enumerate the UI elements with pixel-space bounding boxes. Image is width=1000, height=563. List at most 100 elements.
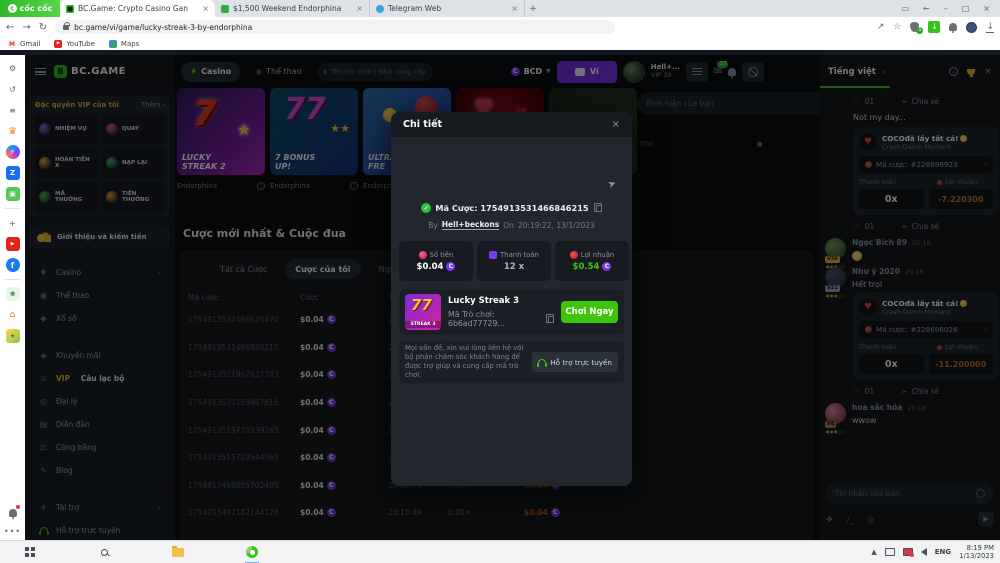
- file-explorer-icon[interactable]: [170, 544, 186, 560]
- bet-stat-1: Thanh toán 12 x: [477, 241, 551, 281]
- copy-icon[interactable]: [596, 205, 602, 212]
- tab-favicon: [221, 5, 229, 13]
- game-thumbnail[interactable]: 77 STREAK 3: [405, 294, 441, 330]
- vip-crown-icon[interactable]: ♛: [6, 124, 20, 138]
- bookmark-item[interactable]: ▶ YouTube: [54, 40, 94, 48]
- bet-stat-2: Lợi nhuận $0.54C: [555, 241, 629, 281]
- coccoc-logo-icon: c: [8, 4, 17, 13]
- game-code: Mã Trò chơi: 6b6ad77729...: [448, 310, 554, 328]
- bet-stat-label: Số tiền: [419, 251, 454, 259]
- recorder-tray-icon[interactable]: [903, 548, 913, 556]
- stat-icon: [419, 251, 427, 259]
- youtube-icon[interactable]: ▶: [6, 237, 20, 251]
- speaker-icon[interactable]: [921, 548, 927, 556]
- browser-tab[interactable]: $1,500 Weekend Endorphina ×: [215, 0, 370, 17]
- shop-icon[interactable]: ❀: [6, 287, 20, 301]
- rail-divider: [5, 208, 21, 209]
- back-to-app-icon[interactable]: ←: [923, 4, 930, 13]
- copy-icon[interactable]: [548, 316, 554, 323]
- bcd-coin-icon: C: [446, 262, 455, 271]
- taskbar-search-icon[interactable]: [96, 544, 112, 560]
- language-indicator[interactable]: ENG: [935, 548, 951, 556]
- forward-icon[interactable]: →: [22, 22, 30, 33]
- tab-strip: c cốc cốc BC.Game: Crypto Casino Gan×$1,…: [0, 0, 1000, 17]
- start-button[interactable]: [22, 544, 38, 560]
- promo-tile-icon[interactable]: ✦: [6, 329, 20, 343]
- browser-tab[interactable]: Telegram Web×: [370, 0, 525, 17]
- bet-author-row: By Hell+beckons On 20:19:22, 13/1/2023: [391, 220, 632, 230]
- bet-stat-value: $0.54C: [573, 262, 612, 272]
- bookmark-item[interactable]: MGmail: [8, 40, 40, 48]
- bookmark-label: Maps: [121, 40, 139, 48]
- tab-favicon: [66, 5, 74, 13]
- bookmark-favicon: ▶: [54, 40, 62, 48]
- stat-icon: [489, 251, 497, 259]
- bookmark-favicon: [109, 40, 117, 48]
- adblock-shield-icon[interactable]: 1: [910, 22, 919, 32]
- bookmark-item[interactable]: Maps: [109, 40, 139, 48]
- games-icon[interactable]: ▣: [6, 187, 20, 201]
- live-support-button[interactable]: Hỗ trợ trực tuyến: [532, 352, 618, 372]
- tab-favicon: [376, 5, 384, 13]
- cart-icon[interactable]: ⌂: [6, 308, 20, 322]
- brand-label: cốc cốc: [20, 4, 53, 13]
- history-icon[interactable]: ↺: [6, 82, 20, 96]
- bookmark-label: Gmail: [20, 40, 40, 48]
- screen: c cốc cốc BC.Game: Crypto Casino Gan×$1,…: [0, 0, 1000, 563]
- cast-icon[interactable]: ▭: [901, 4, 909, 13]
- new-tab-button[interactable]: +: [525, 0, 541, 17]
- settings-gear-icon[interactable]: ⚙: [6, 61, 20, 75]
- tab-close-icon[interactable]: ×: [202, 4, 209, 13]
- modal-share-icon[interactable]: ➤: [606, 178, 618, 191]
- add-shortcut-icon[interactable]: +: [6, 216, 20, 230]
- notification-bell-icon[interactable]: [949, 23, 957, 31]
- play-now-button[interactable]: Chơi Ngay: [561, 301, 618, 323]
- facebook-icon[interactable]: f: [6, 258, 20, 272]
- thumb-label: STREAK 3: [405, 321, 441, 328]
- close-button[interactable]: ×: [983, 4, 990, 13]
- rail-divider: [5, 279, 21, 280]
- coccoc-taskbar-icon[interactable]: [244, 544, 260, 560]
- bet-stat-label: Thanh toán: [489, 251, 539, 259]
- adblock-badge: 1: [916, 27, 923, 34]
- address-bar[interactable]: bc.game/vi/game/lucky-streak-3-by-endorp…: [55, 20, 615, 34]
- bookmark-star-icon[interactable]: ☆: [893, 22, 901, 32]
- share-icon[interactable]: ↗: [877, 22, 885, 32]
- bet-details-modal: Chi tiết × ➤ ✓ Mã Cược: 1754913531466846…: [391, 112, 632, 486]
- tab-close-icon[interactable]: ×: [356, 4, 363, 13]
- bet-stat-value: 12 x: [504, 262, 524, 272]
- newsfeed-icon[interactable]: ≡: [6, 103, 20, 117]
- tray-chevron-icon[interactable]: ▲: [871, 548, 876, 556]
- browser-tab[interactable]: BC.Game: Crypto Casino Gan×: [60, 0, 215, 17]
- url-text: bc.game/vi/game/lucky-streak-3-by-endorp…: [74, 23, 252, 32]
- bookmark-label: YouTube: [66, 40, 94, 48]
- browser-profile-avatar[interactable]: [966, 22, 977, 33]
- taskbar-clock[interactable]: 8:19 PM 1/13/2023: [959, 544, 994, 561]
- tab-title: $1,500 Weekend Endorphina: [233, 4, 352, 13]
- bet-stat-value: $0.04C: [417, 262, 456, 272]
- modal-close-icon[interactable]: ×: [612, 119, 620, 130]
- download-extension-icon[interactable]: ↓: [928, 21, 940, 33]
- bcgame-page: ⚙ ↺ ≡ ♛ ⚡ Z ▣ + ▶ f ❀ ⌂ ✦ ••• B BC.GAME: [0, 55, 1000, 540]
- lock-icon: [63, 25, 69, 30]
- windows-taskbar: ▲ ENG 8:19 PM 1/13/2023: [0, 540, 1000, 563]
- address-toolbar: ← → ↻ bc.game/vi/game/lucky-streak-3-by-…: [0, 17, 1000, 37]
- zalo-icon[interactable]: Z: [6, 166, 20, 180]
- back-icon[interactable]: ←: [6, 22, 14, 33]
- downloads-tray-icon[interactable]: ↓: [986, 22, 994, 33]
- support-note-card: Mọi vấn đề, xin vui lòng liên hệ với bộ …: [399, 341, 624, 383]
- reload-icon[interactable]: ↻: [39, 22, 47, 33]
- display-tray-icon[interactable]: [885, 548, 895, 556]
- minimize-button[interactable]: –: [944, 4, 948, 13]
- bet-stat-label: Lợi nhuận: [570, 251, 614, 259]
- bet-author-name[interactable]: Hell+beckons: [442, 220, 499, 230]
- clock-time: 8:19 PM: [967, 544, 994, 552]
- maximize-button[interactable]: □: [962, 4, 970, 13]
- rail-more-icon[interactable]: •••: [4, 527, 21, 536]
- bet-id-row: ✓ Mã Cược: 1754913531466846215: [391, 203, 632, 213]
- tab-close-icon[interactable]: ×: [511, 4, 518, 13]
- check-icon: ✓: [421, 203, 431, 213]
- coccoc-brand: c cốc cốc: [0, 0, 60, 17]
- rail-bell-icon[interactable]: [6, 506, 20, 520]
- messenger-icon[interactable]: ⚡: [6, 145, 20, 159]
